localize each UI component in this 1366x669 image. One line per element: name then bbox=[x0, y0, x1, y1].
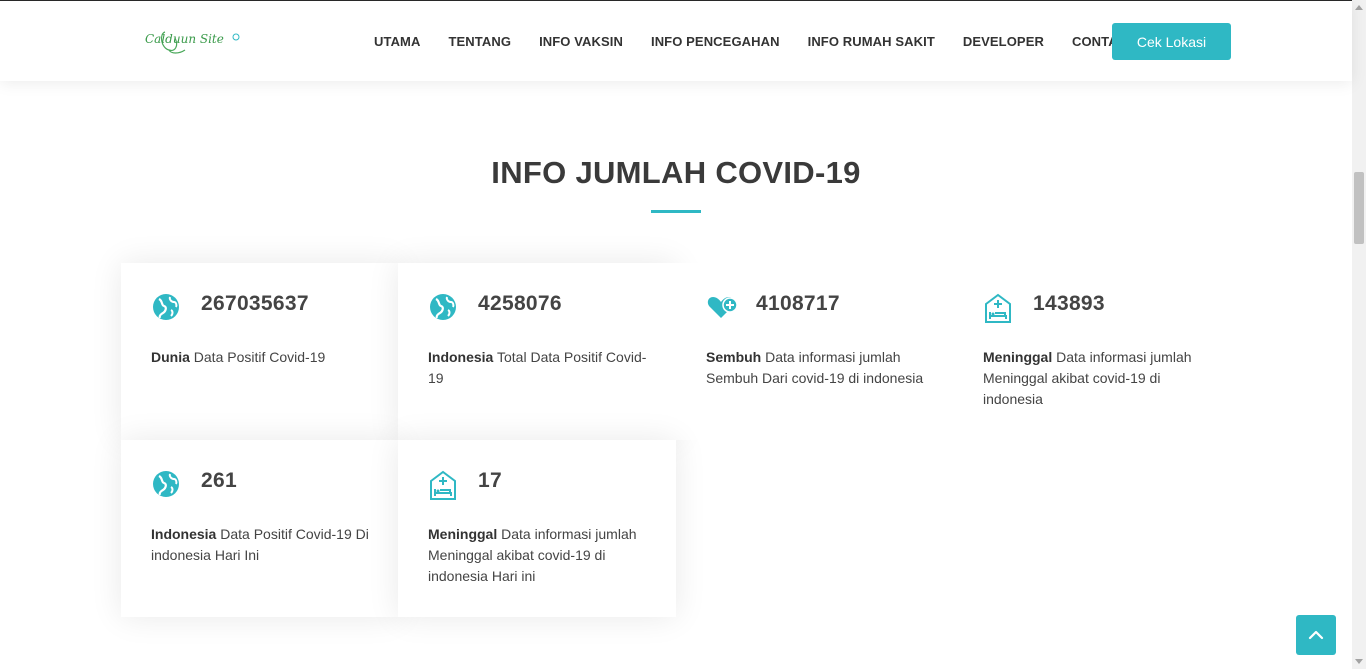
stat-description: Dunia Data Positif Covid-19 bbox=[151, 347, 373, 368]
stat-card-indonesia-hari-ini: 261 Indonesia Data Positif Covid-19 Di i… bbox=[121, 440, 399, 617]
logo-text: Calduun Site bbox=[145, 32, 224, 46]
heart-plus-icon bbox=[707, 297, 738, 318]
stat-description: Indonesia Data Positif Covid-19 Di indon… bbox=[151, 524, 373, 566]
stat-card-dunia: 267035637 Dunia Data Positif Covid-19 bbox=[121, 263, 399, 440]
stat-value: 4258076 bbox=[478, 292, 562, 315]
globe-icon bbox=[430, 294, 456, 320]
section-title: INFO JUMLAH COVID-19 bbox=[491, 155, 861, 190]
chevron-up-icon bbox=[1308, 630, 1324, 640]
hospital-bed-icon bbox=[985, 293, 1011, 323]
stat-value: 17 bbox=[478, 469, 502, 492]
stat-card-meninggal-hari-ini: 17 Meninggal Data informasi jumlah Menin… bbox=[398, 440, 676, 617]
hospital-bed-icon bbox=[430, 470, 456, 500]
scroll-up-arrow-icon[interactable] bbox=[1355, 5, 1363, 10]
back-to-top-button[interactable] bbox=[1296, 615, 1336, 655]
stat-label: Indonesia bbox=[151, 526, 217, 542]
stat-label: Dunia bbox=[151, 349, 190, 365]
site-header: Calduun Site UTAMA TENTANG INFO VAKSIN I… bbox=[0, 1, 1352, 81]
stat-text: Data Positif Covid-19 bbox=[189, 349, 326, 365]
stat-card-sembuh: 4108717 Sembuh Data informasi jumlah Sem… bbox=[676, 263, 954, 440]
cek-lokasi-button[interactable]: Cek Lokasi bbox=[1112, 23, 1231, 60]
title-underline bbox=[651, 210, 701, 213]
stat-card-indonesia-total: 4258076 Indonesia Total Data Positif Cov… bbox=[398, 263, 676, 440]
stat-description: Meninggal Data informasi jumlah Meningga… bbox=[428, 524, 650, 587]
globe-icon bbox=[153, 471, 179, 497]
stat-description: Meninggal Data informasi jumlah Meningga… bbox=[983, 347, 1205, 410]
main-nav: UTAMA TENTANG INFO VAKSIN INFO PENCEGAHA… bbox=[374, 1, 1163, 81]
stat-label: Sembuh bbox=[706, 349, 762, 365]
stat-value: 143893 bbox=[1033, 292, 1105, 315]
nav-utama[interactable]: UTAMA bbox=[374, 34, 420, 49]
nav-tentang[interactable]: TENTANG bbox=[448, 34, 511, 49]
stat-card-meninggal: 143893 Meninggal Data informasi jumlah M… bbox=[953, 263, 1231, 440]
stat-label: Meninggal bbox=[983, 349, 1053, 365]
page-scrollbar[interactable] bbox=[1352, 0, 1366, 669]
stat-label: Indonesia bbox=[428, 349, 494, 365]
stat-value: 261 bbox=[201, 469, 237, 492]
stat-value: 4108717 bbox=[756, 292, 840, 315]
stat-label: Meninggal bbox=[428, 526, 498, 542]
nav-developer[interactable]: DEVELOPER bbox=[963, 34, 1044, 49]
globe-icon bbox=[153, 294, 179, 320]
scrollbar-thumb[interactable] bbox=[1354, 172, 1364, 244]
stat-description: Indonesia Total Data Positif Covid-19 bbox=[428, 347, 650, 389]
nav-info-rumah-sakit[interactable]: INFO RUMAH SAKIT bbox=[808, 34, 935, 49]
nav-info-pencegahan[interactable]: INFO PENCEGAHAN bbox=[651, 34, 780, 49]
stat-value: 267035637 bbox=[201, 292, 309, 315]
site-logo[interactable]: Calduun Site bbox=[145, 28, 241, 58]
stat-description: Sembuh Data informasi jumlah Sembuh Dari… bbox=[706, 347, 928, 389]
nav-info-vaksin[interactable]: INFO VAKSIN bbox=[539, 34, 623, 49]
scroll-down-arrow-icon[interactable] bbox=[1355, 659, 1363, 664]
